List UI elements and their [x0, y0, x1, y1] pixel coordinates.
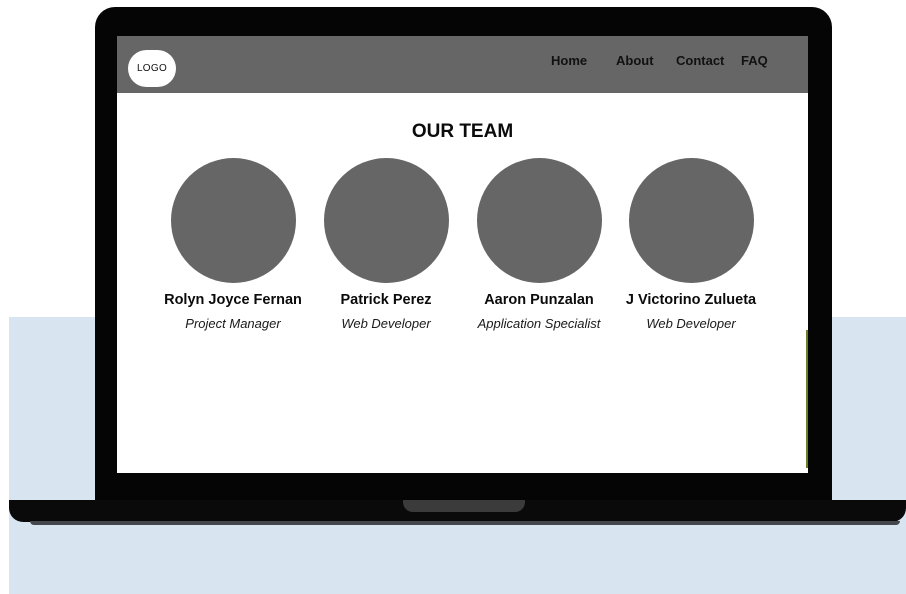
- member-role: Application Specialist: [477, 316, 601, 331]
- nav-link-faq[interactable]: FAQ: [741, 53, 768, 68]
- team-section-title: OUR TEAM: [411, 121, 514, 142]
- member-name: Aaron Punzalan: [484, 292, 594, 308]
- team-member-card: Rolyn Joyce Fernan Project Manager: [148, 158, 318, 331]
- team-member-card: Aaron Punzalan Application Specialist: [454, 158, 624, 331]
- screen-edge-accent: [806, 330, 808, 468]
- member-name: J Victorino Zulueta: [625, 292, 757, 308]
- team-member-card: J Victorino Zulueta Web Developer: [606, 158, 776, 331]
- avatar: [170, 158, 296, 283]
- nav-link-home[interactable]: Home: [551, 53, 587, 68]
- nav-link-about[interactable]: About: [616, 53, 654, 68]
- laptop-base-shadow: [30, 521, 900, 525]
- avatar: [476, 158, 602, 283]
- laptop-notch: [403, 500, 525, 512]
- avatar: [628, 158, 754, 283]
- laptop-mockup-scene: LOGO Home About Contact FAQ OUR TEAM Rol…: [0, 0, 906, 594]
- team-member-card: Patrick Perez Web Developer: [301, 158, 471, 331]
- member-name: Rolyn Joyce Fernan: [164, 292, 302, 308]
- avatar: [323, 158, 449, 283]
- navbar: LOGO Home About Contact FAQ: [117, 36, 808, 93]
- nav-link-contact[interactable]: Contact: [676, 53, 724, 68]
- member-role: Web Developer: [341, 316, 431, 331]
- member-role: Web Developer: [646, 316, 736, 331]
- member-name: Patrick Perez: [340, 292, 432, 308]
- logo[interactable]: LOGO: [128, 50, 176, 87]
- member-role: Project Manager: [185, 316, 281, 331]
- laptop-screen: LOGO Home About Contact FAQ OUR TEAM Rol…: [117, 36, 808, 473]
